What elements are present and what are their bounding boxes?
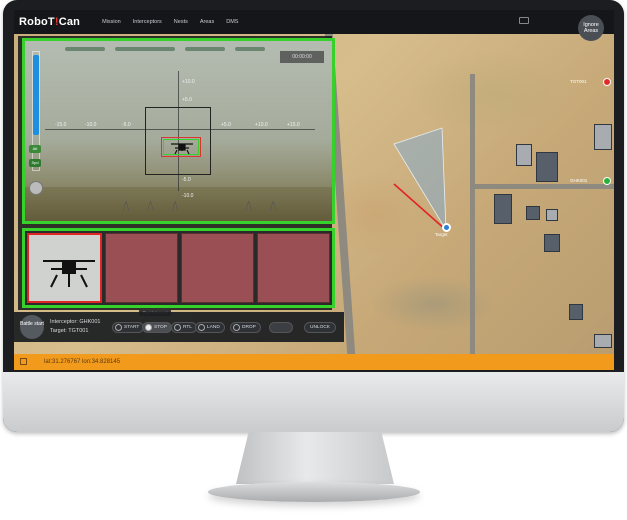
monitor-stand-base — [208, 482, 420, 502]
hud-tick: +10.0 — [182, 79, 195, 85]
target-thumbnails — [22, 228, 335, 308]
home-icon[interactable] — [20, 358, 27, 365]
altitude-gauge-fill — [33, 55, 39, 135]
camera-fov-cone — [393, 127, 447, 231]
stop-button[interactable]: STOP — [142, 322, 172, 333]
hud-bar — [65, 47, 105, 51]
power-towers — [122, 201, 277, 211]
thumbnail-drone[interactable] — [27, 233, 102, 303]
ignore-areas-button[interactable]: Ignore Areas — [578, 15, 604, 41]
drone-thumbnail-icon — [43, 260, 95, 288]
nav-dms[interactable]: DMS — [226, 19, 238, 25]
interceptor-label: Interceptor: GHK001 — [50, 319, 101, 325]
stop-icon — [145, 324, 152, 331]
map-side-label: TGT001 — [570, 79, 587, 84]
hud-bar — [185, 47, 225, 51]
control-bar: Battle start Interceptor: GHK001 Target:… — [14, 312, 344, 342]
hud-tick: +5.0 — [221, 122, 231, 128]
drone-icon — [171, 143, 193, 155]
nav-nests[interactable]: Nests — [174, 19, 188, 25]
target-label: Target: TGT001 — [50, 328, 89, 334]
land-icon — [198, 324, 205, 331]
recording-time: 00:00:00 — [280, 51, 324, 63]
nav-interceptors[interactable]: Interceptors — [133, 19, 162, 25]
speed-indicator: Spd — [29, 159, 41, 167]
status-bar: lat:31.276767 lon:34.828145 — [14, 354, 614, 370]
hud-tick: +10.0 — [255, 122, 268, 128]
app-logo: RoboT!Can — [19, 16, 81, 28]
camera-feed[interactable]: 00:00:00 Alt Spd -15.0 -10.0 -5.0 +5.0 +… — [22, 38, 335, 224]
window-toggle-icon[interactable] — [519, 17, 529, 24]
hud-tick: +15.0 — [287, 122, 300, 128]
start-button[interactable]: START — [112, 322, 145, 333]
monitor-stand-neck — [236, 432, 394, 484]
mode-toggle[interactable] — [269, 322, 293, 333]
monitor-chin — [3, 372, 624, 432]
play-icon — [115, 324, 122, 331]
nav-mission[interactable]: Mission — [102, 19, 121, 25]
map-side-label: GHK001 — [570, 178, 588, 183]
hud-tick: +5.0 — [182, 97, 192, 103]
rtl-button[interactable]: RTL — [171, 322, 197, 333]
app-screen: Target TGT001 GHK001 RoboT!Can Mission I… — [14, 10, 614, 370]
thumbnail-slot[interactable] — [257, 233, 330, 303]
top-nav-bar: RoboT!Can Mission Interceptors Nests Are… — [14, 10, 614, 41]
hud-tick: -10.0 — [85, 122, 97, 128]
camera-dial-icon[interactable] — [29, 181, 43, 195]
target-marker-icon[interactable] — [442, 223, 451, 232]
hud-tick: -5.0 — [122, 122, 131, 128]
hud-tick: -10.0 — [182, 193, 194, 199]
drop-icon — [233, 324, 240, 331]
thumbnail-slot[interactable] — [181, 233, 254, 303]
drop-button[interactable]: DROP — [230, 322, 261, 333]
battle-start-button[interactable]: Battle start — [20, 315, 44, 339]
hud-tick: -5.0 — [182, 177, 191, 183]
hud-bar — [235, 47, 265, 51]
hud-bar — [115, 47, 175, 51]
land-button[interactable]: LAND — [195, 322, 225, 333]
return-icon — [174, 324, 181, 331]
target-marker-label: Target — [435, 232, 448, 237]
target-status-red-icon[interactable] — [603, 78, 611, 86]
nav-areas[interactable]: Areas — [200, 19, 214, 25]
thumbnail-slot[interactable] — [105, 233, 178, 303]
alt-indicator: Alt — [29, 145, 41, 153]
video-panel: 00:00:00 Alt Spd -15.0 -10.0 -5.0 +5.0 +… — [18, 36, 335, 316]
unlock-button[interactable]: UNLOCK — [304, 322, 336, 333]
interceptor-status-green-icon[interactable] — [603, 177, 611, 185]
coordinates-readout: lat:31.276767 lon:34.828145 — [44, 359, 121, 365]
hud-tick: -15.0 — [55, 122, 67, 128]
